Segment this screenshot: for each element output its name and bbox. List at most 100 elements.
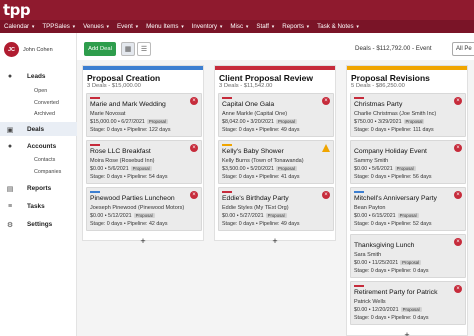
- deal-stage-info-text: Stage: 0 days • Pipeline: 52 days: [354, 221, 432, 227]
- chevron-down-icon: ▾: [219, 24, 223, 30]
- column-title: Proposal Creation: [87, 73, 161, 83]
- add-card-button[interactable]: +: [347, 330, 467, 336]
- deal-contact-text: Anne Markle (Capital One): [222, 111, 288, 117]
- deal-title-text: Retirement Party for Patrick: [354, 289, 438, 296]
- deal-title: Mitchell's Anniversary Party: [354, 195, 437, 202]
- close-icon[interactable]: ×: [454, 191, 462, 199]
- deal-title-text: Christmas Party: [354, 101, 403, 108]
- deal-amount-date-text: $0.00 • 5/6/2021: [354, 166, 393, 172]
- app-logo[interactable]: tpp: [3, 1, 31, 19]
- chevron-down-icon: ▾: [31, 24, 35, 30]
- deal-card[interactable]: Mitchell's Anniversary Party Bean Payton $…: [350, 187, 466, 231]
- deal-contact-text: Moira Rose (Rosebud Inn): [90, 158, 155, 164]
- add-card-button[interactable]: +: [215, 236, 335, 246]
- close-icon[interactable]: ×: [190, 144, 198, 152]
- deal-card[interactable]: Capital One Gala Anne Markle (Capital One…: [218, 93, 334, 137]
- nav-task-notes[interactable]: Task & Notes ▾: [313, 23, 363, 30]
- card-priority-bar: [222, 97, 232, 99]
- deal-contact: Sara Smith: [354, 252, 381, 258]
- sidebar-sub-archived[interactable]: Archived: [34, 111, 55, 117]
- deal-card[interactable]: Kelly's Baby Shower Kelly Burns (Town of …: [218, 140, 334, 184]
- close-icon[interactable]: ×: [322, 97, 330, 105]
- nav-event[interactable]: Event ▾: [113, 23, 142, 30]
- deal-stage-info: Stage: 0 days • Pipeline: 0 days: [354, 315, 429, 321]
- deal-card[interactable]: Marie and Mark Wedding Marie Novosat $15,0…: [86, 93, 202, 137]
- close-icon[interactable]: ×: [454, 144, 462, 152]
- card-priority-bar: [222, 144, 232, 146]
- deal-contact: Joeseph Pinewood (Pinewood Motors): [90, 205, 184, 211]
- close-icon[interactable]: ×: [454, 97, 462, 105]
- chevron-down-icon: ▾: [306, 24, 310, 30]
- close-icon[interactable]: ×: [454, 238, 462, 246]
- deal-contact: Eddie Styles (My TExt Org): [222, 205, 289, 211]
- deal-stage-info-text: Stage: 0 days • Pipeline: 54 days: [90, 174, 168, 180]
- deal-title: Marie and Mark Wedding: [90, 101, 166, 108]
- status-badge: Proposal: [265, 213, 287, 218]
- deal-card[interactable]: Rose LLC Breakfast Moira Rose (Rosebud In…: [86, 140, 202, 184]
- deal-amount-date: $0.00 • 5/6/2021 Proposal: [354, 166, 416, 172]
- sidebar-sub-companies[interactable]: Companies: [34, 169, 61, 175]
- deal-contact-text: Bean Payton: [354, 205, 386, 211]
- column-summary: 3 Deals - $15,000.00: [87, 83, 141, 89]
- deal-title-text: Pinewood Parties Luncheon: [90, 195, 175, 202]
- sidebar-sub-open[interactable]: Open: [34, 88, 47, 94]
- card-priority-bar: [90, 97, 100, 99]
- deal-title: Christmas Party: [354, 101, 402, 108]
- nav-menu-items[interactable]: Menu Items ▾: [142, 23, 188, 30]
- deal-amount-date-text: $0.00 • 12/20/2021: [354, 307, 399, 313]
- column-summary: 3 Deals - $11,542.00: [219, 83, 273, 89]
- user-profile[interactable]: JC John Cohen: [4, 42, 53, 57]
- nav-staff[interactable]: Staff ▾: [252, 23, 278, 30]
- chart-icon: ▤: [6, 185, 14, 193]
- deal-contact: Patrick Wells: [354, 299, 386, 305]
- deal-stage-info: Stage: 0 days • Pipeline: 49 days: [222, 221, 300, 227]
- nav-reports[interactable]: Reports ▾: [278, 23, 313, 30]
- board-view-button[interactable]: ▦: [121, 42, 135, 56]
- sidebar-item-reports[interactable]: ▤ Reports: [0, 183, 77, 194]
- chevron-down-icon: ▾: [271, 24, 275, 30]
- chevron-down-icon: ▾: [356, 24, 359, 30]
- deal-amount-date: $0.00 • 11/25/2021 Proposal: [354, 260, 422, 266]
- status-badge: Proposal: [275, 166, 297, 171]
- sidebar-sub-contacts[interactable]: Contacts: [34, 157, 55, 163]
- nav-calendar[interactable]: Calendar ▾: [0, 23, 38, 30]
- add-deal-button[interactable]: Add Deal: [84, 42, 116, 56]
- column-title: Proposal Revisions: [351, 73, 430, 83]
- nav-tppsales[interactable]: TPPSales ▾: [38, 23, 79, 30]
- accounts-icon: ●: [7, 143, 13, 150]
- status-badge: Proposal: [275, 119, 297, 124]
- deal-stage-info-text: Stage: 0 days • Pipeline: 42 days: [90, 221, 168, 227]
- deal-card[interactable]: Retirement Party for Patrick Patrick Well…: [350, 281, 466, 325]
- sidebar-item-deals[interactable]: ▣ Deals: [0, 124, 77, 135]
- deal-contact: Bean Payton: [354, 205, 386, 211]
- deal-title-text: Mitchell's Anniversary Party: [354, 195, 437, 202]
- sidebar-item-accounts[interactable]: ● Accounts: [0, 141, 77, 152]
- deal-card[interactable]: Pinewood Parties Luncheon Joeseph Pinewoo…: [86, 187, 202, 231]
- deal-card[interactable]: Eddie's Birthday Party Eddie Styles (My T…: [218, 187, 334, 231]
- deal-stage-info-text: Stage: 0 days • Pipeline: 122 days: [90, 127, 171, 133]
- sidebar-item-settings[interactable]: ⚙ Settings: [0, 219, 77, 230]
- pipeline-filter-select[interactable]: All Pe: [452, 42, 474, 56]
- sidebar-item-tasks[interactable]: ≡ Tasks: [0, 201, 77, 212]
- close-icon[interactable]: ×: [322, 191, 330, 199]
- nav-misc[interactable]: Misc ▾: [226, 23, 252, 30]
- grid-icon: ▦: [124, 46, 132, 53]
- warning-icon[interactable]: [322, 144, 330, 152]
- nav-venues[interactable]: Venues ▾: [79, 23, 113, 30]
- deal-contact-text: Eddie Styles (My TExt Org): [222, 205, 289, 211]
- add-card-button[interactable]: +: [83, 236, 203, 246]
- deal-card[interactable]: Company Holiday Event Sammy Smith $0.00 • …: [350, 140, 466, 184]
- deal-card[interactable]: Christmas Party Charlie Christmas (Joe Sm…: [350, 93, 466, 137]
- close-icon[interactable]: ×: [190, 97, 198, 105]
- deal-amount-date-text: $0.00 • 6/15/2021: [354, 213, 396, 219]
- nav-inventory[interactable]: Inventory ▾: [188, 23, 227, 30]
- column-summary: 5 Deals - $86,250.00: [351, 83, 405, 89]
- deal-card[interactable]: Thanksgiving Lunch Sara Smith $0.00 • 11/2…: [350, 234, 466, 278]
- sidebar-item-leads[interactable]: ● Leads: [0, 71, 77, 82]
- list-view-button[interactable]: ☰: [137, 42, 151, 56]
- deal-amount-date-text: $0.00 • 5/6/2021: [90, 166, 129, 172]
- sidebar-sub-converted[interactable]: Converted: [34, 100, 59, 106]
- close-icon[interactable]: ×: [454, 285, 462, 293]
- close-icon[interactable]: ×: [190, 191, 198, 199]
- deal-stage-info: Stage: 0 days • Pipeline: 42 days: [90, 221, 168, 227]
